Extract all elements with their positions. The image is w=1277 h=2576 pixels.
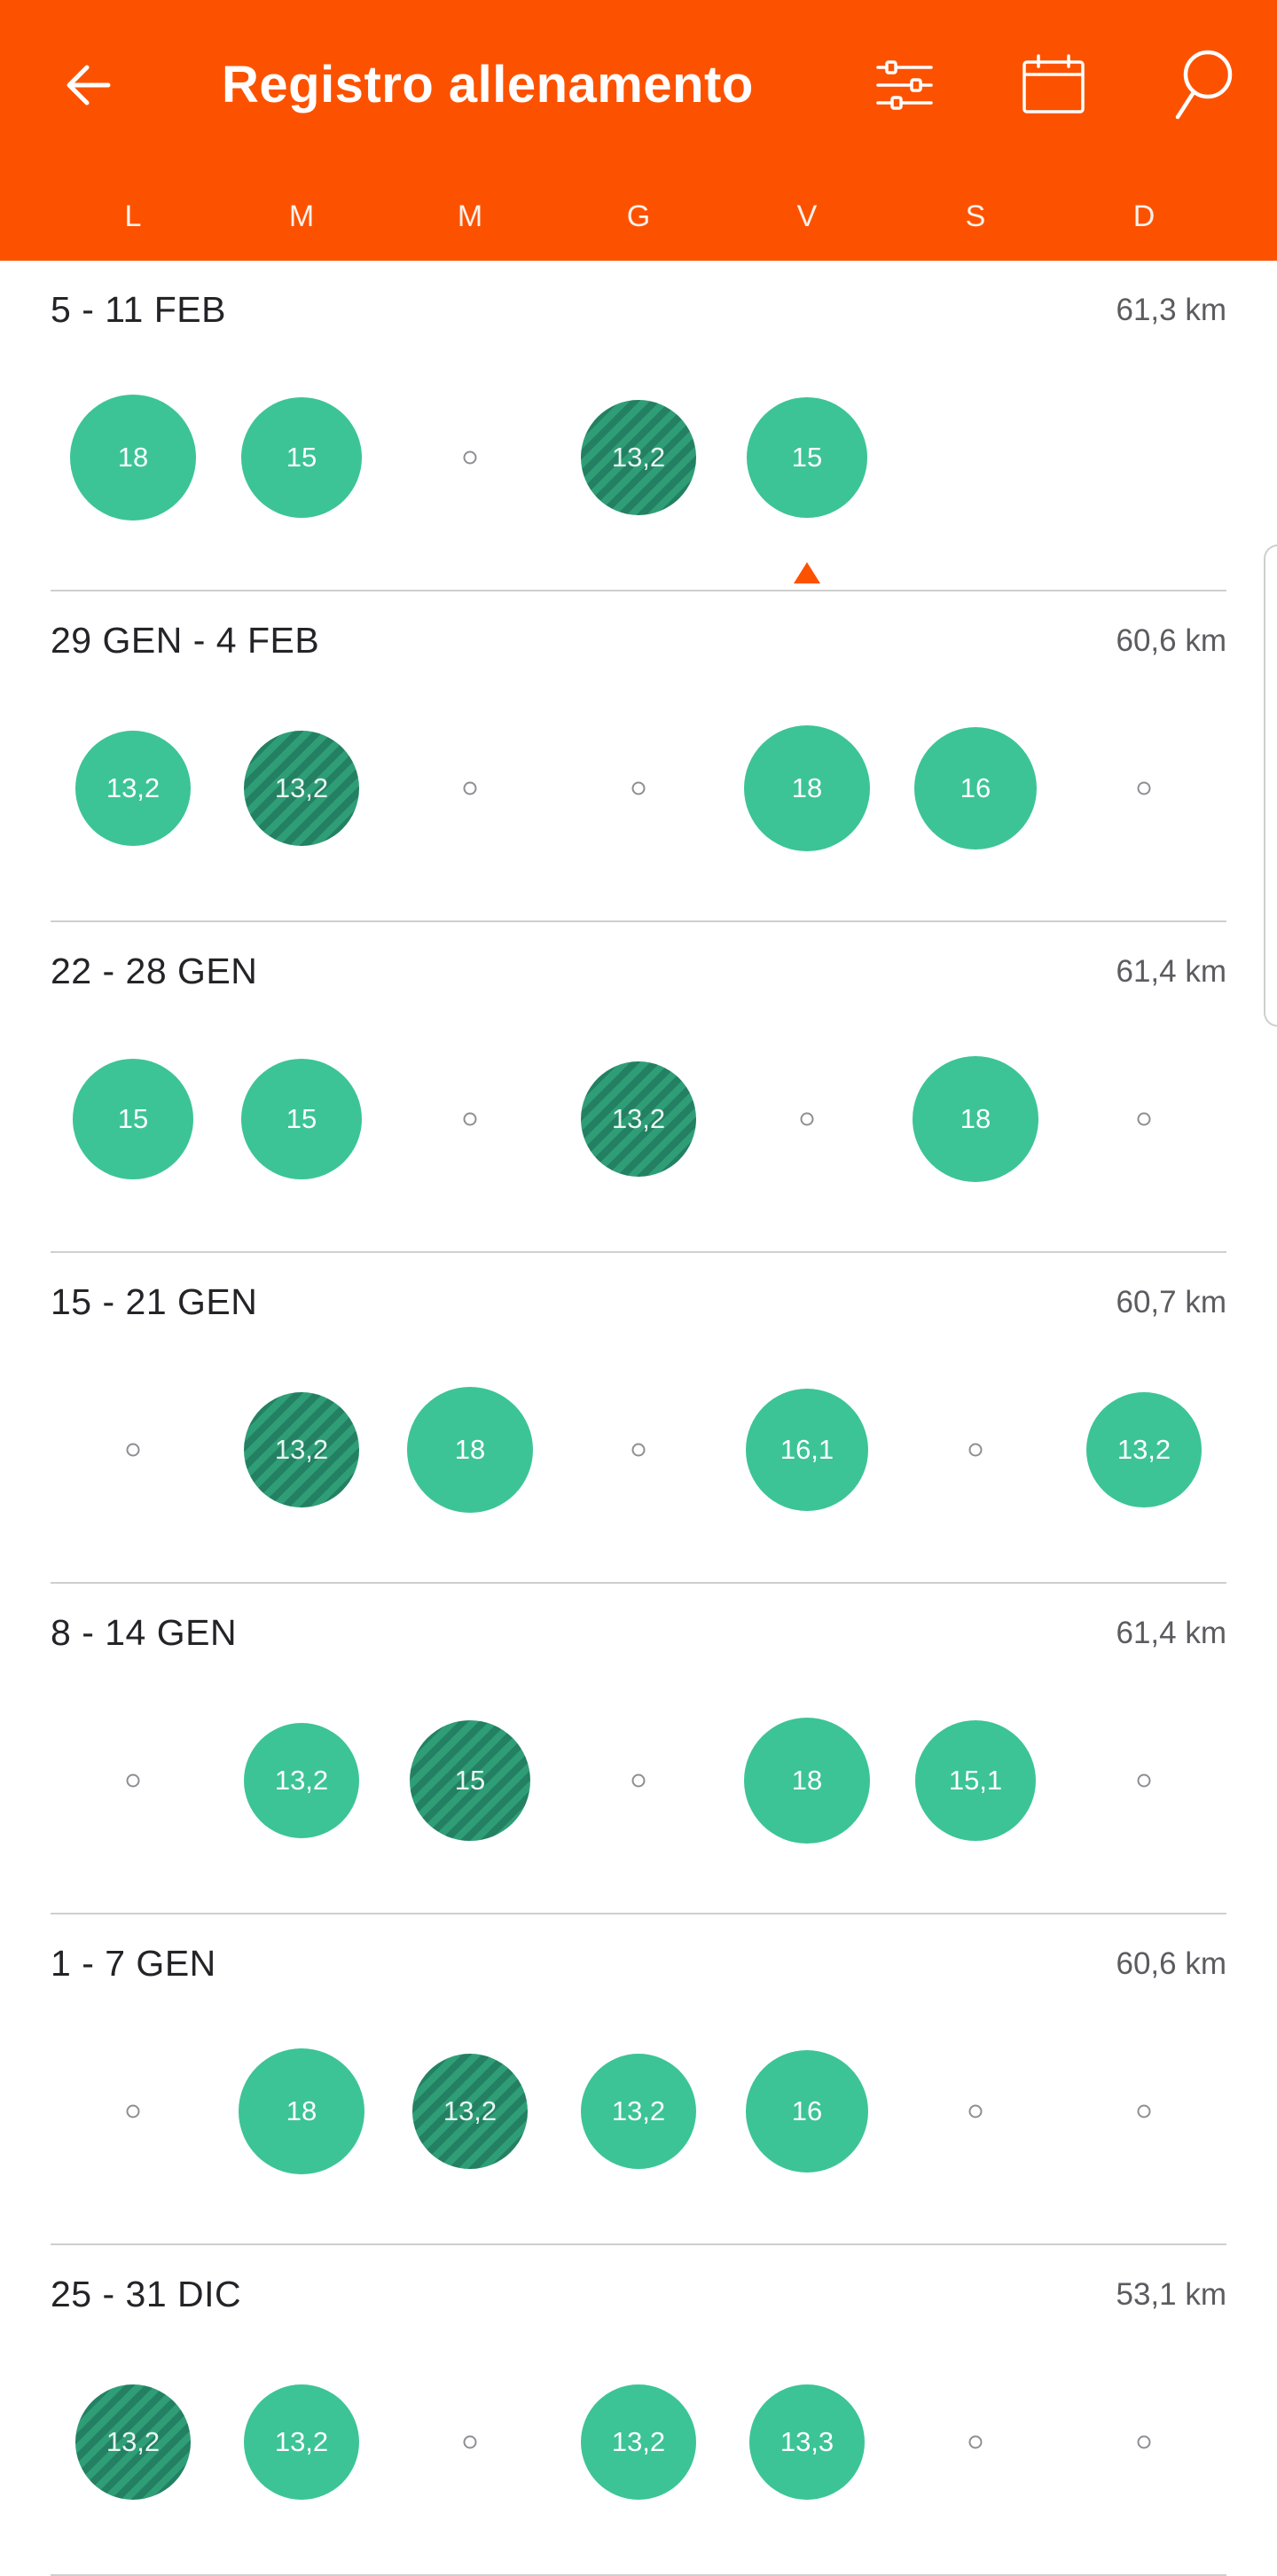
activity-bubble[interactable]: 18 [744,1718,870,1844]
search-icon [1175,50,1233,120]
activity-bubble[interactable]: 15 [241,1059,362,1179]
rest-day-dot [800,1112,814,1126]
rest-day-dot [631,781,646,795]
activity-bubble[interactable]: 18 [744,725,870,851]
week-distance: 60,6 km [1116,1946,1227,1981]
activity-bubble[interactable]: 13,2 [75,731,191,846]
rest-day-dot [968,1443,983,1457]
week-row[interactable]: 1 - 7 GEN 60,6 km 18 13,2 13,2 16 [51,1914,1226,2245]
arrow-left-icon [67,65,111,106]
activity-bubble[interactable]: 18 [239,2048,364,2174]
weekday-label: M [457,200,483,233]
rest-day-dot [463,781,477,795]
rest-day-dot [1137,2435,1151,2449]
week-distance: 60,6 km [1116,623,1227,658]
calendar-button[interactable] [1009,46,1098,124]
week-row[interactable]: 5 - 11 FEB 61,3 km 18 15 13,2 15 [51,261,1226,591]
activity-bubble[interactable]: 15 [73,1059,193,1179]
search-button[interactable] [1158,46,1247,124]
weekday-label: G [626,200,651,233]
weekday-label: D [1132,200,1156,233]
activity-bubble[interactable]: 15 [241,397,362,518]
training-log-list[interactable]: 5 - 11 FEB 61,3 km 18 15 13,2 15 29 GEN - 4 FE… [0,261,1277,2576]
activity-bubble-hatched[interactable]: 13,2 [581,400,696,515]
activity-bubble[interactable]: 16,1 [746,1389,868,1511]
week-row[interactable]: 8 - 14 GEN 61,4 km 13,2 15 18 15,1 [51,1584,1226,1914]
activity-bubble[interactable]: 13,3 [749,2384,865,2500]
activity-bubble-hatched[interactable]: 13,2 [412,2054,528,2169]
app-header: Registro allenamento L M M G V S D [0,0,1277,261]
week-row[interactable]: 15 - 21 GEN 60,7 km 13,2 18 16,1 13,2 [51,1253,1226,1584]
today-marker-icon [794,562,820,583]
week-distance: 61,4 km [1116,1616,1227,1650]
weekday-label: S [965,200,986,233]
week-distance: 61,4 km [1116,954,1227,989]
rest-day-dot [1137,1112,1151,1126]
week-distance: 53,1 km [1116,2277,1227,2312]
activity-bubble[interactable]: 13,2 [1086,1392,1202,1507]
rest-day-dot [968,2104,983,2118]
rest-day-dot [631,1773,646,1788]
week-range-label: 1 - 7 GEN [51,1943,216,1984]
activity-bubble-hatched[interactable]: 13,2 [581,1061,696,1177]
rest-day-dot [126,1773,140,1788]
week-row[interactable]: 29 GEN - 4 FEB 60,6 km 13,2 13,2 18 16 [51,591,1226,922]
rest-day-dot [463,2435,477,2449]
week-range-label: 25 - 31 DIC [51,2274,242,2314]
activity-bubble-hatched[interactable]: 15 [410,1720,530,1841]
activity-bubble[interactable]: 15,1 [915,1720,1036,1841]
activity-bubble[interactable]: 16 [746,2050,868,2173]
week-range-label: 22 - 28 GEN [51,951,258,991]
activity-bubble[interactable]: 18 [913,1056,1038,1182]
calendar-icon [1022,54,1085,114]
rest-day-dot [1137,1773,1151,1788]
activity-bubble-hatched[interactable]: 13,2 [244,1392,359,1507]
fast-scroll-handle[interactable] [1264,544,1277,1027]
activity-bubble[interactable]: 18 [70,395,196,521]
activity-bubble[interactable]: 13,2 [581,2384,696,2500]
weekday-header: L M M G V S D [0,184,1277,248]
rest-day-dot [463,450,477,465]
filter-button[interactable] [860,46,949,124]
rest-day-dot [968,2435,983,2449]
activity-bubble[interactable]: 18 [407,1387,533,1513]
activity-bubble[interactable]: 13,2 [244,2384,359,2500]
rest-day-dot [463,1112,477,1126]
weekday-label: L [124,200,142,233]
sliders-icon [876,60,933,110]
activity-bubble[interactable]: 16 [914,727,1037,850]
week-range-label: 15 - 21 GEN [51,1281,258,1322]
rest-day-dot [126,2104,140,2118]
activity-bubble[interactable]: 13,2 [244,1723,359,1838]
week-range-label: 29 GEN - 4 FEB [51,620,320,661]
rest-day-dot [126,1443,140,1457]
week-distance: 60,7 km [1116,1285,1227,1319]
activity-bubble-hatched[interactable]: 13,2 [244,731,359,846]
rest-day-dot [631,1443,646,1457]
activity-bubble-hatched[interactable]: 13,2 [75,2384,191,2500]
activity-bubble[interactable]: 15 [747,397,867,518]
rest-day-dot [1137,2104,1151,2118]
rest-day-dot [1137,781,1151,795]
week-row[interactable]: 22 - 28 GEN 61,4 km 15 15 13,2 18 [51,922,1226,1253]
weekday-label: M [288,200,315,233]
weekday-label: V [796,200,818,233]
week-range-label: 8 - 14 GEN [51,1612,238,1653]
week-range-label: 5 - 11 FEB [51,289,226,330]
week-row[interactable]: 25 - 31 DIC 53,1 km 13,2 13,2 13,2 13,3 [51,2245,1226,2576]
week-distance: 61,3 km [1116,293,1227,327]
page-title: Registro allenamento [222,56,754,114]
activity-bubble[interactable]: 13,2 [581,2054,696,2169]
back-button[interactable] [50,46,128,124]
